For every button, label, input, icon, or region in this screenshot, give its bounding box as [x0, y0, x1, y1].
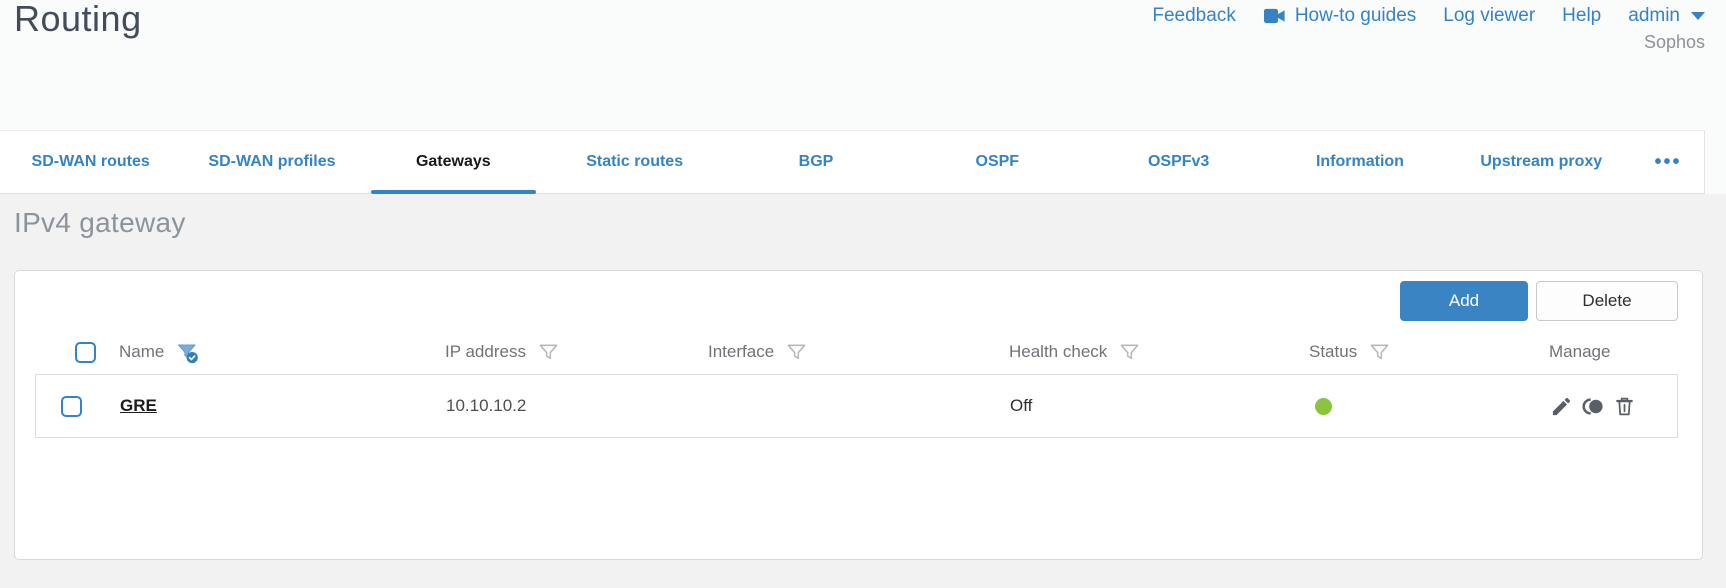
ipv4-gateway-panel: Add Delete Name IP address Interface Hea…	[14, 270, 1703, 560]
row-status-cell	[1296, 397, 1536, 415]
row-manage-cell	[1536, 395, 1677, 418]
tab-information[interactable]: Information	[1269, 131, 1450, 193]
tab-upstream-proxy[interactable]: Upstream proxy	[1451, 131, 1632, 193]
row-checkbox-cell	[36, 395, 98, 417]
gateway-name-link[interactable]: GRE	[120, 396, 157, 416]
feedback-link[interactable]: Feedback	[1152, 5, 1235, 27]
tab-static-routes[interactable]: Static routes	[544, 131, 725, 193]
add-button[interactable]: Add	[1400, 281, 1528, 321]
page-title: Routing	[14, 0, 142, 39]
funnel-filter-icon[interactable]	[1368, 341, 1391, 364]
delete-button[interactable]: Delete	[1536, 281, 1678, 321]
topbar: Routing Feedback How-to guides Log viewe…	[0, 0, 1726, 130]
admin-menu[interactable]: admin	[1628, 5, 1705, 27]
caret-down-icon	[1691, 12, 1705, 20]
tab-bgp[interactable]: BGP	[725, 131, 906, 193]
column-header-status: Status	[1295, 341, 1535, 364]
brand-label: Sophos	[1643, 32, 1705, 52]
column-header-ip-address: IP address	[431, 341, 694, 364]
row-ip-cell: 10.10.10.2	[446, 396, 527, 415]
funnel-filter-active-icon[interactable]	[175, 340, 200, 365]
tab-ospfv3[interactable]: OSPFv3	[1088, 131, 1269, 193]
tab-sd-wan-routes[interactable]: SD-WAN routes	[0, 131, 181, 193]
help-link[interactable]: Help	[1562, 5, 1601, 27]
select-all-checkbox[interactable]	[75, 341, 96, 363]
tab-ospf[interactable]: OSPF	[907, 131, 1088, 193]
pencil-edit-icon[interactable]	[1550, 395, 1573, 418]
admin-label: admin	[1628, 5, 1680, 26]
column-header-interface: Interface	[694, 341, 995, 364]
table-header: Name IP address Interface Health check S…	[35, 330, 1678, 374]
more-tabs-button[interactable]: •••	[1632, 131, 1704, 193]
funnel-filter-icon[interactable]	[785, 341, 808, 364]
column-header-manage: Manage	[1549, 342, 1611, 361]
video-camera-icon	[1263, 8, 1286, 24]
row-checkbox[interactable]	[61, 395, 82, 417]
tab-gateways[interactable]: Gateways	[363, 131, 544, 194]
header-checkbox-cell	[35, 341, 97, 363]
top-links: Feedback How-to guides Log viewer Help a…	[1152, 5, 1705, 27]
funnel-filter-icon[interactable]	[1118, 341, 1141, 364]
column-header-health-check: Health check	[995, 341, 1295, 364]
row-health-check-cell: Off	[1010, 396, 1033, 415]
howto-guides-link[interactable]: How-to guides	[1263, 5, 1416, 27]
row-name-cell: GRE	[98, 396, 432, 416]
header-region: Routing Feedback How-to guides Log viewe…	[0, 0, 1726, 194]
funnel-filter-icon[interactable]	[537, 341, 560, 364]
trash-delete-icon[interactable]	[1613, 395, 1636, 418]
clone-icon[interactable]	[1581, 395, 1605, 418]
tab-sd-wan-profiles[interactable]: SD-WAN profiles	[181, 131, 362, 193]
table-row: GRE 10.10.10.2 Off	[35, 374, 1678, 438]
content: IPv4 gateway Add Delete Name IP address …	[0, 194, 1726, 560]
log-viewer-link[interactable]: Log viewer	[1443, 5, 1535, 27]
tabbar: SD-WAN routes SD-WAN profiles Gateways S…	[0, 130, 1705, 194]
column-header-name: Name	[97, 340, 431, 365]
status-dot	[1315, 397, 1332, 415]
toolbar: Add Delete	[35, 281, 1678, 321]
section-heading: IPv4 gateway	[14, 207, 186, 238]
